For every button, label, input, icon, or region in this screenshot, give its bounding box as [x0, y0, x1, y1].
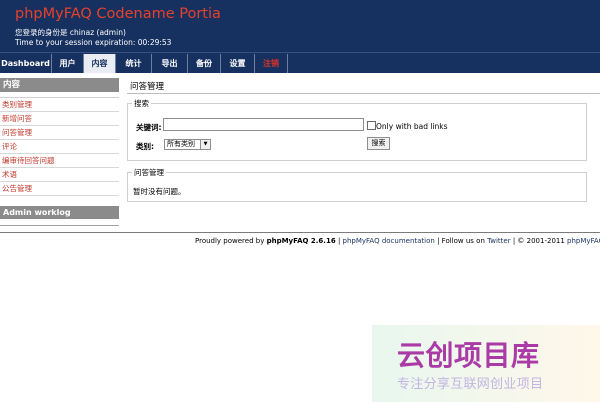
watermark-title: 云创项目库: [397, 339, 540, 372]
login-label: 您登录的身份是: [15, 28, 68, 37]
footer-sep: |: [437, 237, 440, 245]
category-label: 类别:: [136, 142, 154, 151]
sidebar-item-comments[interactable]: 评论: [0, 140, 119, 154]
footer-powered: Proudly powered by: [195, 237, 265, 245]
tab-users[interactable]: 用户: [52, 54, 84, 73]
footer-product: phpMyFAQ 2.6.16: [266, 237, 336, 245]
tab-content[interactable]: 内容: [84, 54, 116, 73]
results-legend: 问答管理: [132, 167, 166, 178]
keyword-input[interactable]: [163, 118, 364, 131]
search-legend: 搜索: [132, 98, 151, 109]
footer-divider: [0, 232, 600, 233]
tab-settings[interactable]: 设置: [221, 54, 255, 73]
category-select[interactable]: 所有类别 ▼: [164, 139, 211, 150]
app-header: phpMyFAQ Codename Portia 您登录的身份是 chinaz …: [0, 0, 600, 52]
footer-follow: Follow us on: [441, 237, 485, 245]
footer-twitter-link[interactable]: Twitter: [487, 237, 510, 245]
empty-message: 暂时没有问题。: [133, 187, 186, 196]
footer-team-link[interactable]: phpMyFAQ Team: [567, 237, 600, 245]
login-info: 您登录的身份是 chinaz (admin): [15, 27, 126, 38]
faq-results-fieldset: 问答管理 暂时没有问题。: [127, 167, 587, 202]
sidebar-divider: [0, 225, 119, 226]
chevron-down-icon: ▼: [200, 140, 210, 149]
sidebar-item-admin-worklog[interactable]: Admin worklog: [0, 206, 119, 219]
sidebar-item-manage-faq[interactable]: 问答管理: [0, 126, 119, 140]
search-fieldset: 搜索 关键词: Only with bad links 类别: 所有类别 ▼ 搜…: [127, 98, 587, 161]
main-nav: Dashboard 用户 内容 统计 导出 备份 设置 注销: [0, 52, 600, 73]
login-user: chinaz (admin): [69, 28, 126, 37]
tab-logout[interactable]: 注销: [255, 54, 288, 73]
tab-backup[interactable]: 备份: [188, 54, 221, 73]
session-expiration: Time to your session expiration: 00:29:5…: [15, 38, 172, 47]
sidebar-item-glossary[interactable]: 术语: [0, 168, 119, 182]
sidebar-item-open-questions[interactable]: 编审待回答问题: [0, 154, 119, 168]
tab-export[interactable]: 导出: [152, 54, 188, 73]
keyword-label: 关键词:: [136, 123, 162, 132]
footer-sep: |: [337, 237, 341, 245]
title-divider: [127, 93, 600, 94]
footer-copyright: © 2001-2011: [517, 237, 565, 245]
sidebar: 内容 类别管理 新增问答 问答管理 评论 编审待回答问题 术语 公告管理: [0, 78, 119, 196]
page-title: 问答管理: [130, 82, 165, 92]
sidebar-header: 内容: [0, 78, 119, 92]
sidebar-list: 类别管理 新增问答 问答管理 评论 编审待回答问题 术语 公告管理: [0, 97, 119, 196]
footer: Proudly powered by phpMyFAQ 2.6.16 | php…: [195, 237, 600, 245]
bad-links-checkbox[interactable]: [367, 121, 376, 130]
search-button[interactable]: 搜索: [367, 137, 390, 150]
footer-docs-link[interactable]: phpMyFAQ documentation: [343, 237, 435, 245]
bad-links-label: Only with bad links: [376, 122, 448, 131]
tab-statistics[interactable]: 统计: [116, 54, 152, 73]
sidebar-item-news[interactable]: 公告管理: [0, 182, 119, 196]
watermark-subtitle: 专注分享互联网创业项目: [397, 377, 544, 392]
category-selected: 所有类别: [167, 140, 195, 148]
sidebar-item-categories[interactable]: 类别管理: [0, 98, 119, 112]
sidebar-item-add-faq[interactable]: 新增问答: [0, 112, 119, 126]
app-title: phpMyFAQ Codename Portia: [15, 6, 221, 22]
tab-dashboard[interactable]: Dashboard: [0, 54, 52, 73]
footer-sep: |: [512, 237, 516, 245]
